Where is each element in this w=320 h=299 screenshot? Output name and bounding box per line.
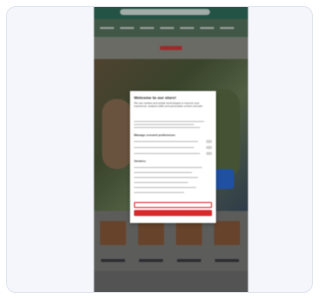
dialog-intro-text: We use cookies and similar technologies … bbox=[134, 102, 204, 109]
accept-all-button[interactable] bbox=[134, 210, 212, 216]
vendor-row[interactable] bbox=[134, 182, 188, 184]
vendor-row[interactable] bbox=[134, 172, 192, 174]
vendor-row[interactable] bbox=[134, 167, 202, 169]
text-line bbox=[134, 121, 204, 123]
text-line bbox=[134, 127, 200, 129]
vendor-row[interactable] bbox=[134, 192, 184, 194]
purpose-toggle[interactable] bbox=[206, 152, 212, 155]
purpose-row bbox=[134, 141, 198, 143]
purpose-toggle[interactable] bbox=[206, 146, 212, 149]
purpose-row bbox=[134, 153, 200, 155]
text-line bbox=[134, 124, 194, 126]
cookie-consent-dialog: Welcome to our store! We use cookies and… bbox=[130, 91, 216, 223]
dialog-title: Welcome to our store! bbox=[134, 95, 177, 100]
vendor-row[interactable] bbox=[134, 177, 198, 179]
purpose-toggle[interactable] bbox=[206, 140, 212, 143]
accept-selected-button[interactable] bbox=[134, 202, 212, 208]
manage-preferences-heading: Manage consent preferences bbox=[134, 133, 176, 137]
vendor-row[interactable] bbox=[134, 187, 196, 189]
vendors-heading: Vendors bbox=[134, 159, 146, 163]
screenshot-card: Welcome to our store! We use cookies and… bbox=[6, 6, 313, 293]
purpose-row bbox=[134, 147, 194, 149]
